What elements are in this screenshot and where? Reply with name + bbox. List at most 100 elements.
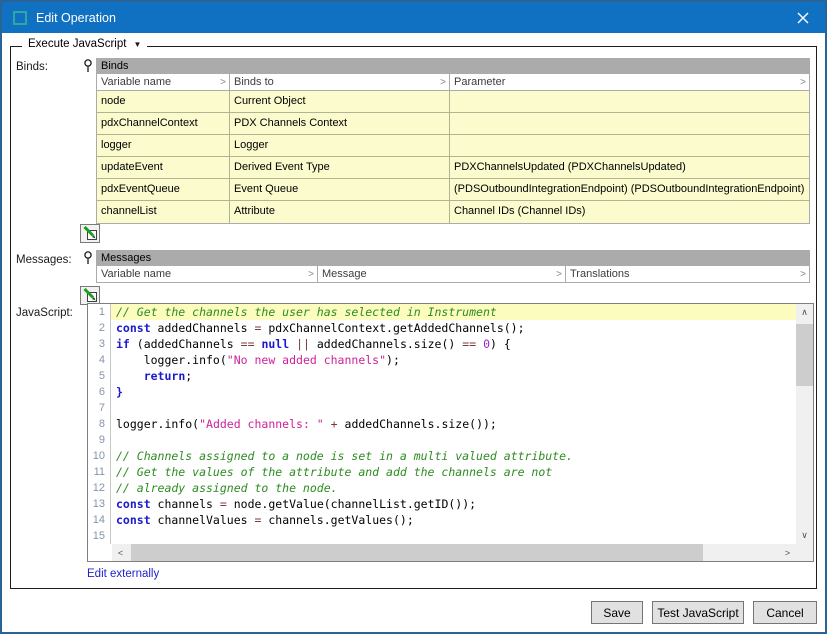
- line-number: 3: [88, 336, 111, 352]
- column-label: Message: [322, 268, 367, 280]
- scroll-up-icon[interactable]: ∧: [796, 304, 813, 321]
- cancel-button[interactable]: Cancel: [753, 601, 817, 624]
- scrollbar-corner: [796, 544, 813, 561]
- vertical-scroll-track[interactable]: [796, 321, 813, 527]
- table-cell[interactable]: (PDSOutboundIntegrationEndpoint) (PDSOut…: [450, 179, 809, 200]
- code-text: const addedChannels = pdxChannelContext.…: [111, 320, 796, 336]
- binds-section-label: Binds:: [16, 61, 48, 73]
- code-line: 4 logger.info("No new added channels");: [88, 352, 796, 368]
- edit-note-icon: [83, 226, 98, 241]
- line-number: 7: [88, 400, 111, 416]
- table-cell[interactable]: pdxEventQueue: [97, 179, 230, 200]
- sort-chevron-icon: >: [220, 77, 226, 88]
- test-javascript-button[interactable]: Test JavaScript: [652, 601, 744, 624]
- editor-main: 1// Get the channels the user has select…: [88, 304, 813, 544]
- line-number: 2: [88, 320, 111, 336]
- sort-chevron-icon: >: [556, 269, 562, 280]
- code-text: [111, 432, 796, 448]
- operation-groupbox: Execute JavaScript ▼ Binds: Binds Variab…: [10, 46, 817, 589]
- code-area[interactable]: 1// Get the channels the user has select…: [88, 304, 796, 544]
- column-header-parameter[interactable]: Parameter>: [450, 74, 809, 90]
- table-row[interactable]: pdxChannelContextPDX Channels Context: [97, 113, 809, 135]
- scroll-left-icon[interactable]: <: [112, 544, 129, 561]
- sort-chevron-icon: >: [800, 77, 806, 88]
- vertical-scroll-thumb[interactable]: [796, 324, 813, 386]
- table-cell[interactable]: Attribute: [230, 201, 450, 223]
- line-number: 15: [88, 528, 111, 544]
- line-number: 6: [88, 384, 111, 400]
- table-cell[interactable]: Channel IDs (Channel IDs): [450, 201, 809, 223]
- column-header-variable-name[interactable]: Variable name>: [97, 266, 318, 282]
- code-line: 10// Channels assigned to a node is set …: [88, 448, 796, 464]
- table-cell[interactable]: [450, 91, 809, 112]
- scroll-down-icon[interactable]: ∨: [796, 527, 813, 544]
- code-line: 14const channelValues = channels.getValu…: [88, 512, 796, 528]
- scroll-right-icon[interactable]: >: [779, 544, 796, 561]
- table-cell[interactable]: Derived Event Type: [230, 157, 450, 178]
- edit-note-icon: [83, 288, 98, 303]
- javascript-editor[interactable]: 1// Get the channels the user has select…: [87, 303, 814, 562]
- binds-edit-button[interactable]: [80, 224, 100, 243]
- line-number: 9: [88, 432, 111, 448]
- horizontal-scroll-thumb[interactable]: [131, 544, 703, 561]
- line-number: 13: [88, 496, 111, 512]
- line-number: 12: [88, 480, 111, 496]
- code-text: // Channels assigned to a node is set in…: [111, 448, 796, 464]
- column-header-message[interactable]: Message >: [318, 266, 566, 282]
- dialog-title: Edit Operation: [36, 11, 116, 25]
- table-cell[interactable]: Logger: [230, 135, 450, 156]
- messages-table: Messages Variable name> Message > Translati…: [80, 250, 810, 283]
- operation-type-dropdown[interactable]: Execute JavaScript ▼: [22, 38, 147, 50]
- messages-table-title: Messages: [96, 250, 810, 266]
- chevron-down-icon: ▼: [133, 40, 141, 49]
- horizontal-scrollbar[interactable]: < >: [112, 544, 796, 561]
- binds-rows: nodeCurrent ObjectpdxChannelContextPDX C…: [96, 91, 810, 224]
- code-line: 9: [88, 432, 796, 448]
- save-button[interactable]: Save: [591, 601, 643, 624]
- code-text: [111, 400, 796, 416]
- column-label: Variable name: [101, 268, 171, 280]
- code-line: 15: [88, 528, 796, 544]
- table-cell[interactable]: node: [97, 91, 230, 112]
- line-number: 4: [88, 352, 111, 368]
- messages-section-label: Messages:: [16, 254, 72, 266]
- line-number: 1: [88, 304, 111, 320]
- code-line: 12// already assigned to the node.: [88, 480, 796, 496]
- gutter-spacer: [88, 544, 112, 561]
- table-cell[interactable]: Event Queue: [230, 179, 450, 200]
- pin-icon[interactable]: [80, 250, 96, 266]
- close-button[interactable]: [781, 2, 825, 33]
- table-cell[interactable]: [450, 135, 809, 156]
- code-line: 5 return;: [88, 368, 796, 384]
- javascript-section-label: JavaScript:: [16, 307, 73, 319]
- table-row[interactable]: nodeCurrent Object: [97, 91, 809, 113]
- table-row[interactable]: updateEventDerived Event TypePDXChannels…: [97, 157, 809, 179]
- code-text: // Get the channels the user has selecte…: [111, 304, 796, 320]
- table-cell[interactable]: Current Object: [230, 91, 450, 112]
- column-header-variable-name[interactable]: Variable name >: [97, 74, 230, 90]
- table-row[interactable]: channelListAttributeChannel IDs (Channel…: [97, 201, 809, 223]
- table-row[interactable]: loggerLogger: [97, 135, 809, 157]
- binds-table-title: Binds: [96, 58, 810, 74]
- table-cell[interactable]: updateEvent: [97, 157, 230, 178]
- table-cell[interactable]: logger: [97, 135, 230, 156]
- table-cell[interactable]: PDX Channels Context: [230, 113, 450, 134]
- horizontal-scroll-track[interactable]: [129, 544, 779, 561]
- column-label: Translations: [570, 268, 630, 280]
- column-label: Variable name: [101, 76, 171, 88]
- column-header-translations[interactable]: Translations>: [566, 266, 809, 282]
- table-cell[interactable]: PDXChannelsUpdated (PDXChannelsUpdated): [450, 157, 809, 178]
- column-header-binds-to[interactable]: Binds to>: [230, 74, 450, 90]
- edit-externally-link[interactable]: Edit externally: [87, 568, 159, 580]
- table-cell[interactable]: [450, 113, 809, 134]
- title-bar: Edit Operation: [2, 2, 825, 33]
- pin-icon[interactable]: [80, 58, 96, 74]
- code-line: 7: [88, 400, 796, 416]
- table-row[interactable]: pdxEventQueueEvent Queue(PDSOutboundInte…: [97, 179, 809, 201]
- vertical-scrollbar[interactable]: ∧ ∨: [796, 304, 813, 544]
- table-cell[interactable]: pdxChannelContext: [97, 113, 230, 134]
- table-cell[interactable]: channelList: [97, 201, 230, 223]
- column-label: Binds to: [234, 76, 274, 88]
- messages-column-headers: Variable name> Message > Translations>: [96, 266, 810, 283]
- app-icon: [13, 11, 27, 25]
